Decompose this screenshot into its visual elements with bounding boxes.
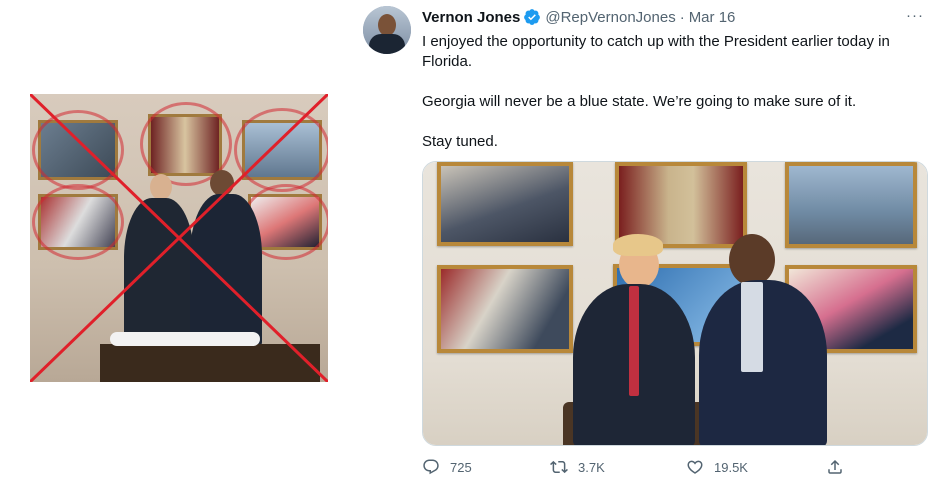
person-right bbox=[699, 280, 827, 445]
wall-picture-frame bbox=[785, 162, 917, 248]
retweet-button[interactable]: 3.7K bbox=[550, 456, 605, 478]
crossed-out-photo bbox=[30, 94, 328, 382]
shirt bbox=[741, 282, 763, 372]
red-x-cross bbox=[30, 94, 328, 382]
tweet-header: Vernon Jones @RepVernonJones · Mar 16 bbox=[422, 7, 735, 27]
author-handle[interactable]: @RepVernonJones bbox=[545, 9, 675, 26]
tweet[interactable]: Vernon Jones @RepVernonJones · Mar 16 ··… bbox=[360, 0, 938, 488]
tweet-paragraph: Georgia will never be a blue state. We’r… bbox=[422, 93, 857, 110]
wall-picture-frame bbox=[437, 265, 573, 353]
retweet-icon bbox=[550, 460, 568, 474]
person-head bbox=[729, 234, 775, 286]
reply-button[interactable]: 725 bbox=[422, 456, 472, 478]
verified-icon bbox=[523, 8, 541, 26]
like-count: 19.5K bbox=[714, 459, 748, 475]
person-hair bbox=[613, 234, 663, 256]
separator-dot: · bbox=[679, 8, 685, 26]
tweet-paragraph: Stay tuned. bbox=[422, 133, 498, 150]
avatar[interactable] bbox=[363, 6, 411, 54]
tweet-date[interactable]: Mar 16 bbox=[689, 9, 736, 26]
wall-picture-frame bbox=[437, 162, 573, 246]
author-name[interactable]: Vernon Jones bbox=[422, 9, 520, 26]
like-button[interactable]: 19.5K bbox=[686, 456, 748, 478]
tweet-photo[interactable] bbox=[422, 161, 928, 446]
reply-count: 725 bbox=[450, 459, 472, 475]
tie bbox=[629, 286, 639, 396]
retweet-count: 3.7K bbox=[578, 459, 605, 475]
tweet-text: I enjoyed the opportunity to catch up wi… bbox=[422, 32, 922, 172]
share-button[interactable] bbox=[826, 456, 844, 478]
reply-icon bbox=[423, 459, 439, 475]
more-icon[interactable]: ··· bbox=[906, 7, 924, 24]
tweet-paragraph: I enjoyed the opportunity to catch up wi… bbox=[422, 33, 890, 70]
like-icon bbox=[687, 460, 703, 474]
share-icon bbox=[828, 459, 842, 474]
tweet-actions: 725 3.7K 19.5K bbox=[422, 456, 902, 478]
